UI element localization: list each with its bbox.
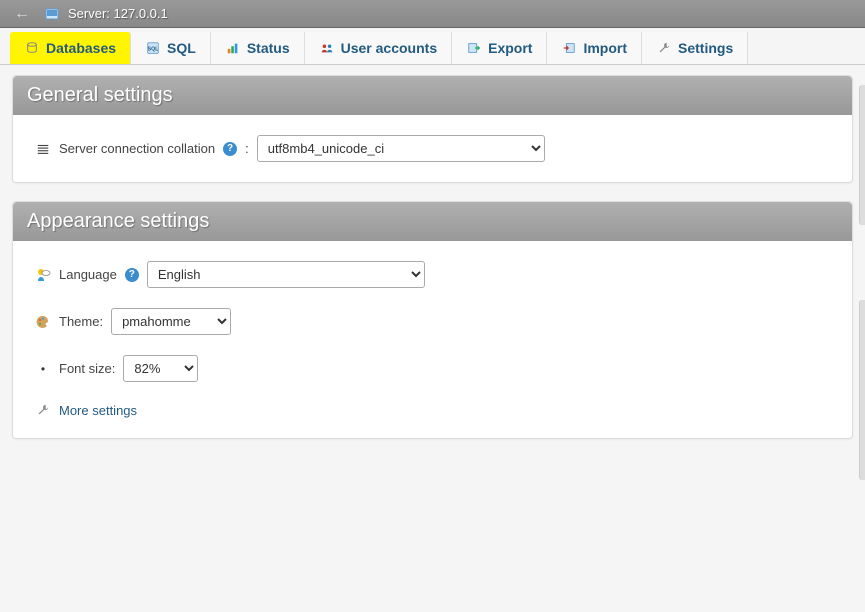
side-panel-edge: [859, 85, 865, 225]
top-bar: ← Server: 127.0.0.1: [0, 0, 865, 28]
language-select[interactable]: English: [147, 261, 425, 288]
bullet-icon: •: [35, 362, 51, 376]
tab-label: Export: [488, 40, 532, 56]
svg-text:SQL: SQL: [148, 47, 160, 53]
language-row: Language ? English: [35, 261, 830, 288]
collation-label: Server connection collation: [59, 141, 215, 156]
wrench-icon: [35, 402, 51, 418]
panel-body: Language ? English Theme: pmahomme • Fon…: [13, 241, 852, 438]
fontsize-label: Font size:: [59, 361, 115, 376]
tab-label: Status: [247, 40, 290, 56]
import-icon: [561, 40, 577, 56]
status-icon: [225, 40, 241, 56]
tab-label: Settings: [678, 40, 733, 56]
side-panel-edge: [859, 300, 865, 480]
tab-user-accounts[interactable]: User accounts: [305, 32, 452, 64]
sql-icon: SQL: [145, 40, 161, 56]
fontsize-select[interactable]: 82%: [123, 355, 198, 382]
tab-settings[interactable]: Settings: [642, 32, 748, 64]
tab-status[interactable]: Status: [211, 32, 305, 64]
main-content: General settings Server connection colla…: [0, 65, 865, 467]
panel-body: Server connection collation ? : utf8mb4_…: [13, 115, 852, 182]
appearance-settings-panel: Appearance settings Language ? English T…: [12, 201, 853, 439]
tab-databases[interactable]: Databases: [10, 32, 131, 64]
theme-select[interactable]: pmahomme: [111, 308, 231, 335]
help-icon[interactable]: ?: [125, 268, 139, 282]
help-icon[interactable]: ?: [223, 142, 237, 156]
panel-title: General settings: [13, 76, 852, 115]
tab-sql[interactable]: SQL SQL: [131, 32, 211, 64]
wrench-icon: [656, 40, 672, 56]
list-icon: [35, 141, 51, 157]
colon: :: [245, 141, 249, 156]
server-label: Server: 127.0.0.1: [68, 6, 168, 21]
general-settings-panel: General settings Server connection colla…: [12, 75, 853, 183]
tab-label: SQL: [167, 40, 196, 56]
server-icon: [44, 6, 60, 22]
export-icon: [466, 40, 482, 56]
tab-label: User accounts: [341, 40, 437, 56]
more-settings-link[interactable]: More settings: [59, 403, 137, 418]
language-label: Language: [59, 267, 117, 282]
back-button[interactable]: ←: [8, 5, 36, 23]
users-icon: [319, 40, 335, 56]
palette-icon: [35, 314, 51, 330]
tab-export[interactable]: Export: [452, 32, 547, 64]
panel-title: Appearance settings: [13, 202, 852, 241]
collation-select[interactable]: utf8mb4_unicode_ci: [257, 135, 545, 162]
tab-label: Databases: [46, 40, 116, 56]
tab-bar: Databases SQL SQL Status User accounts E…: [0, 28, 865, 65]
collation-row: Server connection collation ? : utf8mb4_…: [35, 135, 830, 162]
language-icon: [35, 267, 51, 283]
tab-label: Import: [583, 40, 627, 56]
fontsize-row: • Font size: 82%: [35, 355, 830, 382]
tab-import[interactable]: Import: [547, 32, 642, 64]
theme-row: Theme: pmahomme: [35, 308, 830, 335]
more-settings-row: More settings: [35, 402, 830, 418]
database-icon: [24, 40, 40, 56]
theme-label: Theme:: [59, 314, 103, 329]
